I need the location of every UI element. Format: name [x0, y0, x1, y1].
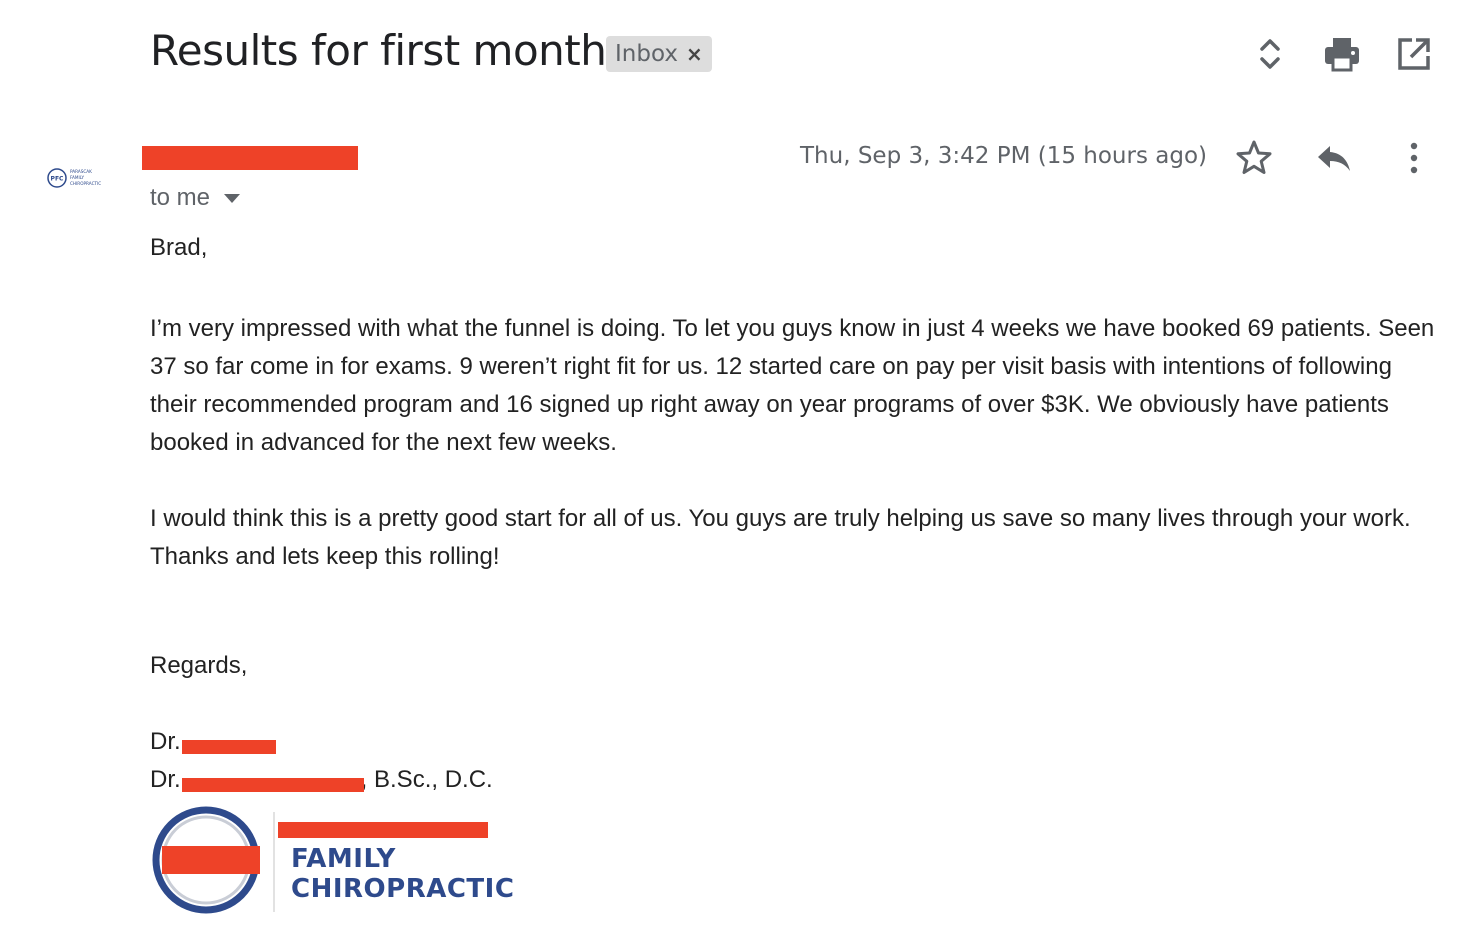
signature-line-1: Dr.: [150, 728, 181, 756]
inbox-label-chip[interactable]: Inbox ×: [606, 36, 712, 72]
sender-name-redacted: [142, 146, 358, 170]
avatar-line-1: PARASCAK: [70, 169, 92, 174]
expand-collapse-icon[interactable]: [1250, 34, 1290, 74]
signature-prefix-2: Dr.: [150, 766, 181, 793]
logo-name-redacted: [278, 822, 488, 838]
signature-credentials: , B.Sc., D.C.: [360, 766, 493, 793]
avatar-line-3: CHIROPRACTIC: [70, 181, 101, 186]
closing: Regards,: [150, 652, 248, 679]
more-options-icon[interactable]: [1394, 138, 1434, 178]
sender-avatar: PFC PARASCAK FAMILY CHIROPRACTIC: [46, 164, 112, 192]
clinic-logo-emblem: [152, 806, 260, 914]
greeting: Brad,: [150, 234, 208, 261]
avatar-initials: PFC: [51, 176, 64, 183]
label-text: Inbox: [615, 41, 678, 67]
signature-name-redacted-1: [182, 740, 276, 754]
logo-word-chiropractic: CHIROPRACTIC: [291, 874, 515, 904]
print-icon[interactable]: [1322, 34, 1362, 74]
remove-label-icon[interactable]: ×: [686, 42, 703, 66]
body-paragraph-1: I’m very impressed with what the funnel …: [150, 315, 1435, 456]
recipient-details-toggle[interactable]: to me: [150, 184, 241, 212]
recipient-text: to me: [150, 184, 211, 211]
logo-word-family: FAMILY: [291, 844, 396, 874]
message-date: Thu, Sep 3, 3:42 PM (15 hours ago): [800, 143, 1207, 169]
body-paragraph-2: I would think this is a pretty good star…: [150, 505, 1411, 570]
logo-divider: [273, 812, 275, 912]
star-icon[interactable]: [1234, 138, 1274, 178]
open-in-new-window-icon[interactable]: [1394, 34, 1434, 74]
signature-name-redacted-2: [182, 778, 364, 792]
signature-prefix-1: Dr.: [150, 728, 181, 755]
email-subject: Results for first month: [150, 26, 607, 75]
chevron-down-icon: [224, 193, 241, 203]
clinic-logo: FAMILY CHIROPRACTIC: [150, 804, 520, 916]
avatar-line-2: FAMILY: [70, 175, 85, 180]
reply-icon[interactable]: [1314, 138, 1354, 178]
email-view: Results for first month Inbox × PFC PARA…: [0, 0, 1462, 930]
